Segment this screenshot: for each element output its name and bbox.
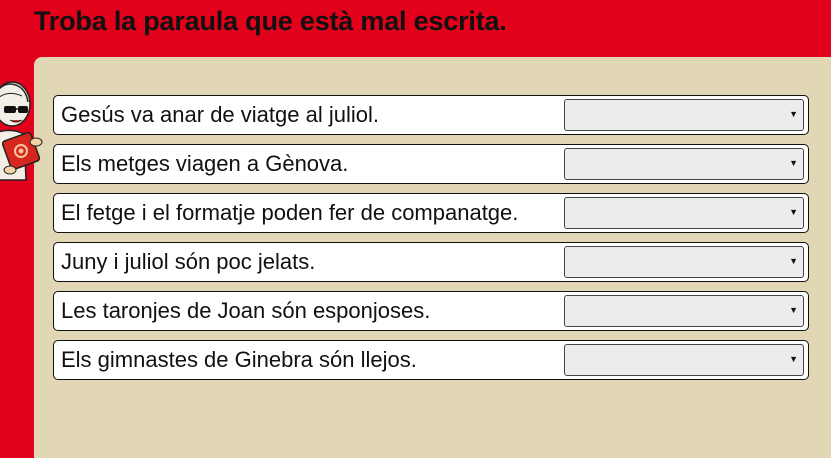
answer-dropdown-1[interactable]: ▼: [564, 99, 804, 131]
mascot-illustration: [0, 62, 50, 192]
sentence-row-5: Les taronjes de Joan són esponjoses. ▼: [53, 291, 809, 331]
sentence-row-4: Juny i juliol són poc jelats. ▼: [53, 242, 809, 282]
sentence-text: Juny i juliol són poc jelats.: [61, 249, 316, 274]
triangle-down-icon: ▼: [789, 109, 798, 119]
triangle-down-icon: ▼: [789, 158, 798, 168]
triangle-down-icon: ▼: [789, 207, 798, 217]
triangle-down-icon: ▼: [789, 256, 798, 266]
answer-dropdown-2[interactable]: ▼: [564, 148, 804, 180]
sentence-text: Els metges viagen a Gènova.: [61, 151, 349, 176]
answer-dropdown-6[interactable]: ▼: [564, 344, 804, 376]
sentence-row-1: Gesús va anar de viatge al juliol. ▼: [53, 95, 809, 135]
answer-dropdown-3[interactable]: ▼: [564, 197, 804, 229]
answer-dropdown-5[interactable]: ▼: [564, 295, 804, 327]
sentence-row-3: El fetge i el formatje poden fer de comp…: [53, 193, 809, 233]
sentence-text: Gesús va anar de viatge al juliol.: [61, 102, 379, 127]
sentence-list: Gesús va anar de viatge al juliol. ▼ Els…: [53, 95, 813, 389]
sentence-text: El fetge i el formatje poden fer de comp…: [61, 200, 519, 225]
sentence-text: Els gimnastes de Ginebra són llejos.: [61, 347, 417, 372]
sentence-text: Les taronjes de Joan són esponjoses.: [61, 298, 431, 323]
sentence-row-2: Els metges viagen a Gènova. ▼: [53, 144, 809, 184]
triangle-down-icon: ▼: [789, 305, 798, 315]
page-title: Troba la paraula que està mal escrita.: [34, 6, 507, 36]
triangle-down-icon: ▼: [789, 354, 798, 364]
answer-dropdown-4[interactable]: ▼: [564, 246, 804, 278]
sentence-row-6: Els gimnastes de Ginebra són llejos. ▼: [53, 340, 809, 380]
